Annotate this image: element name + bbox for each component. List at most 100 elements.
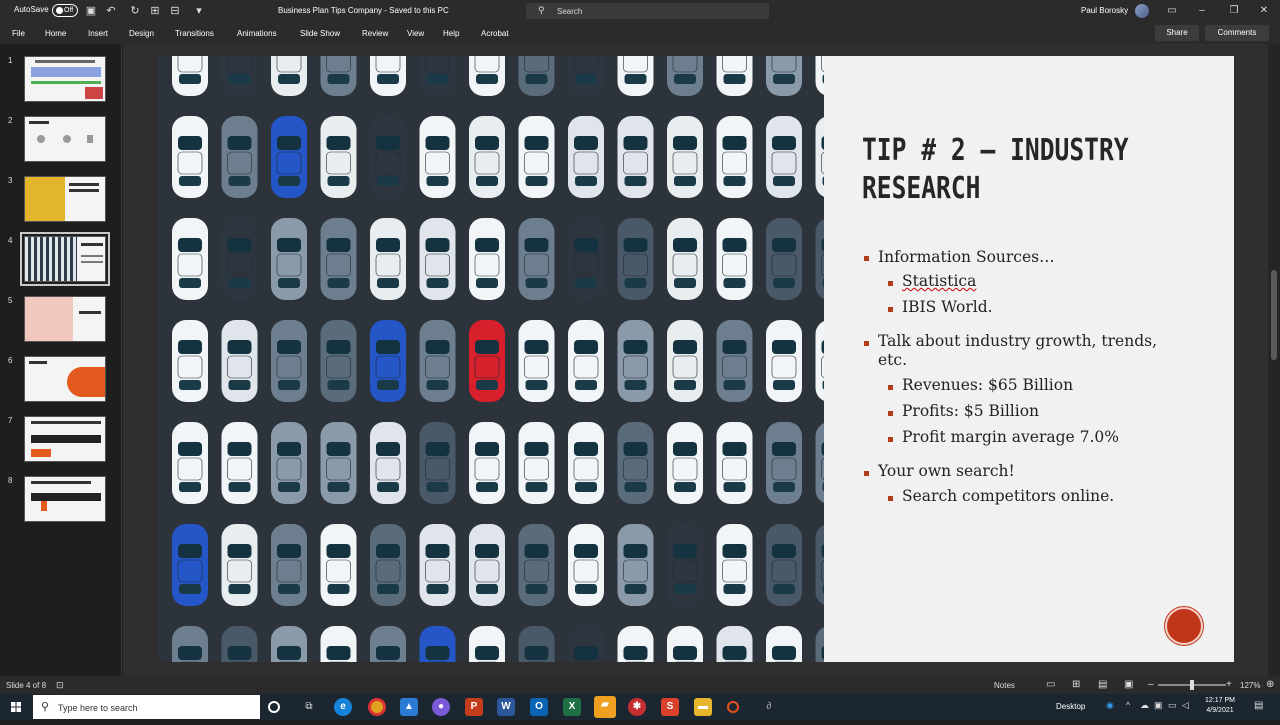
paint-icon[interactable]: ●: [432, 698, 450, 716]
car-shape: [617, 320, 654, 402]
notification-icon[interactable]: ▤: [1254, 700, 1263, 711]
chrome-icon[interactable]: [368, 698, 386, 716]
slide-thumbnail-3[interactable]: [24, 176, 106, 222]
cortana-icon[interactable]: [268, 701, 280, 713]
desktop-toolbar[interactable]: Desktop: [1056, 702, 1085, 711]
parking-lot-photo[interactable]: [158, 56, 824, 662]
zoom-level[interactable]: 127%: [1240, 681, 1260, 690]
car-shape: [568, 320, 604, 402]
zoom-slider-handle[interactable]: [1190, 680, 1194, 690]
clock-date[interactable]: 4/9/2021: [1200, 707, 1240, 714]
zoom-in-icon[interactable]: +: [1226, 679, 1232, 690]
record-button[interactable]: [1165, 607, 1203, 645]
minimize-icon[interactable]: –: [1192, 3, 1212, 19]
comments-button[interactable]: Comments: [1205, 25, 1269, 41]
redo-icon[interactable]: ↻: [128, 4, 142, 18]
show-hidden-icons[interactable]: ^: [1126, 700, 1130, 710]
vertical-scrollbar[interactable]: [1268, 44, 1280, 676]
scrollbar-thumb[interactable]: [1271, 270, 1277, 360]
clock-time[interactable]: 12:17 PM: [1200, 697, 1240, 704]
search-box[interactable]: ⚲ Search: [526, 3, 769, 19]
slide-thumbnail-5[interactable]: [24, 296, 106, 342]
menu-view[interactable]: View: [407, 29, 424, 38]
slideshow-view-icon[interactable]: ▣: [1124, 679, 1133, 690]
car-shape: [617, 422, 654, 504]
slide-title[interactable]: TIP # 2 – INDUSTRY RESEARCH: [862, 132, 1133, 208]
word-icon[interactable]: W: [497, 698, 515, 716]
present-icon[interactable]: ⊞: [148, 4, 162, 18]
close-icon[interactable]: ✕: [1254, 3, 1274, 19]
car-shape: [667, 422, 703, 504]
car-shape: [716, 524, 753, 606]
onedrive-icon[interactable]: ☁: [1140, 700, 1149, 711]
slide-thumbnail-8[interactable]: [24, 476, 106, 522]
car-shape: [469, 56, 505, 96]
bullet-marker: [888, 307, 893, 312]
menu-help[interactable]: Help: [443, 29, 459, 38]
user-name[interactable]: Paul Borosky: [1081, 6, 1128, 15]
menu-animations[interactable]: Animations: [237, 29, 277, 38]
sticky-app-icon[interactable]: ▰: [594, 696, 616, 718]
avatar[interactable]: [1135, 4, 1149, 18]
slide-body-text[interactable]: Information Sources… Statistica IBIS Wor…: [862, 246, 1192, 566]
menu-file[interactable]: File: [12, 29, 25, 38]
layout-icon[interactable]: ⊟: [168, 4, 182, 18]
meet-now-icon[interactable]: ▣: [1154, 700, 1163, 711]
slide-thumbnail-1[interactable]: [24, 56, 106, 102]
ribbon-display-icon[interactable]: ▭: [1162, 3, 1182, 19]
notes-button[interactable]: Notes: [994, 681, 1015, 690]
help-tray-icon[interactable]: ◉: [1106, 700, 1114, 711]
menu-review[interactable]: Review: [362, 29, 388, 38]
menu-design[interactable]: Design: [129, 29, 154, 38]
menu-home[interactable]: Home: [45, 29, 66, 38]
edge-icon[interactable]: e: [334, 698, 352, 716]
search-icon: ⚲: [538, 5, 545, 15]
menu-bar: File Home Insert Design Transitions Anim…: [0, 22, 1280, 44]
car-shape: [766, 320, 802, 402]
snagit-icon[interactable]: ✱: [628, 698, 646, 716]
network-icon[interactable]: ▭: [1168, 700, 1177, 711]
car-shape: [271, 56, 307, 96]
document-title[interactable]: Business Plan Tips Company - Saved to th…: [278, 6, 449, 15]
taskbar-search[interactable]: ⚲ Type here to search: [33, 695, 260, 719]
reading-view-icon[interactable]: ▤: [1098, 679, 1107, 690]
app-generic-icon[interactable]: ∂: [760, 698, 778, 716]
fit-slide-icon[interactable]: ⊕: [1266, 679, 1274, 690]
autosave-toggle[interactable]: Off: [52, 4, 78, 17]
thumb-number: 5: [8, 296, 13, 305]
photos-icon[interactable]: ▲: [400, 698, 418, 716]
normal-view-icon[interactable]: ▭: [1046, 679, 1055, 690]
slide-thumbnail-4[interactable]: [20, 232, 110, 286]
app-s-icon[interactable]: S: [661, 698, 679, 716]
slide-thumbnail-6[interactable]: [24, 356, 106, 402]
file-explorer-icon[interactable]: ▬: [694, 698, 712, 716]
zoom-out-icon[interactable]: –: [1148, 679, 1154, 690]
accessibility-icon[interactable]: ⊡: [56, 680, 64, 691]
volume-icon[interactable]: ◁: [1182, 700, 1189, 711]
title-bar: AutoSave Off ▣ ↶ ↻ ⊞ ⊟ ▾ Business Plan T…: [0, 0, 1280, 22]
undo-icon[interactable]: ↶: [104, 4, 118, 18]
menu-transitions[interactable]: Transitions: [175, 29, 214, 38]
menu-insert[interactable]: Insert: [88, 29, 108, 38]
recorder-icon[interactable]: [727, 701, 739, 713]
save-icon[interactable]: ▣: [84, 4, 98, 18]
slide-canvas[interactable]: TIP # 2 – INDUSTRY RESEARCH Information …: [158, 56, 1234, 662]
start-button[interactable]: [0, 694, 32, 720]
restore-icon[interactable]: ❐: [1224, 3, 1244, 19]
excel-icon[interactable]: X: [563, 698, 581, 716]
outlook-icon[interactable]: O: [530, 698, 548, 716]
slide-thumbnail-2[interactable]: [24, 116, 106, 162]
menu-slide-show[interactable]: Slide Show: [300, 29, 340, 38]
bullet-marker: [864, 341, 869, 346]
car-shape: [518, 56, 555, 96]
share-button[interactable]: Share: [1155, 25, 1199, 41]
car-shape: [469, 218, 505, 300]
task-view-icon[interactable]: ⧉: [300, 698, 318, 716]
car-shape: [815, 525, 824, 605]
powerpoint-icon[interactable]: P: [465, 698, 483, 716]
slide-thumbnail-7[interactable]: [24, 416, 106, 462]
slide-sorter-icon[interactable]: ⊞: [1072, 679, 1080, 690]
menu-acrobat[interactable]: Acrobat: [481, 29, 509, 38]
customize-toolbar-icon[interactable]: ▾: [192, 4, 206, 18]
thumb-number: 7: [8, 416, 13, 425]
